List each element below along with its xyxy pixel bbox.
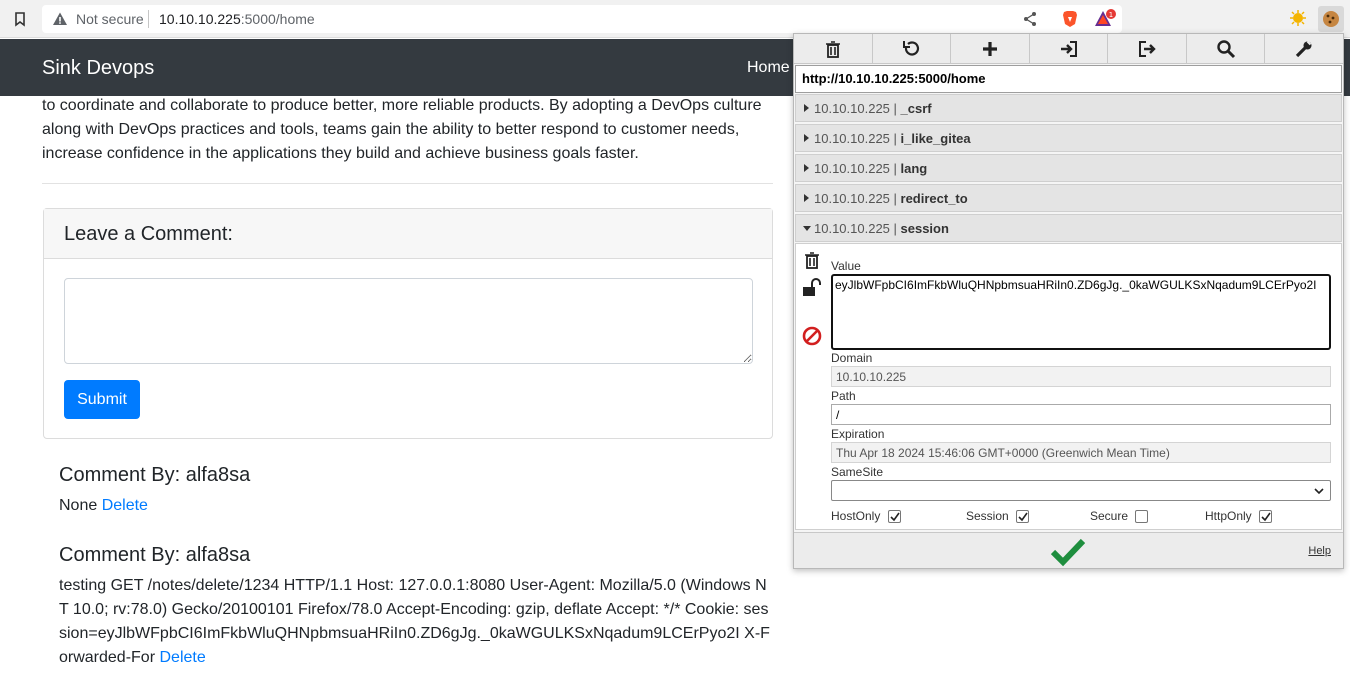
comment-body: testing GET /notes/delete/1234 HTTP/1.1 … [59, 574, 774, 670]
intro-paragraph: to coordinate and collaborate to produce… [42, 97, 762, 162]
comment-textarea[interactable] [64, 278, 753, 364]
hostonly-label: HostOnly [831, 509, 881, 523]
cookie-name: _csrf [900, 101, 932, 116]
value-label: Value [831, 259, 861, 273]
warning-icon[interactable] [52, 11, 68, 27]
cookie-editor-url: http://10.10.10.225:5000/home [795, 65, 1342, 93]
cookie-domain: 10.10.10.225 | [814, 101, 901, 116]
rewards-icon[interactable]: 1 [1094, 9, 1116, 29]
bookmark-icon[interactable] [12, 11, 28, 27]
comment-text: None [59, 497, 98, 514]
import-icon [1060, 41, 1077, 57]
samesite-label: SameSite [831, 465, 884, 479]
notification-badge: 1 [1109, 11, 1113, 19]
samesite-select[interactable] [831, 480, 1331, 501]
cookie-row-csrf[interactable]: 10.10.10.225 | _csrf [795, 94, 1342, 122]
plus-icon [982, 42, 997, 56]
cookie-domain: 10.10.10.225 | [814, 131, 901, 146]
delete-comment-link[interactable]: Delete [159, 649, 205, 666]
comment-author: Comment By: alfa8sa [59, 544, 251, 566]
cookie-row-i-like-gitea[interactable]: 10.10.10.225 | i_like_gitea [795, 124, 1342, 152]
expand-arrow-icon [804, 194, 809, 202]
not-secure-label[interactable]: Not secure [76, 11, 144, 27]
httponly-checkbox[interactable] [1259, 510, 1272, 523]
session-label: Session [966, 509, 1009, 523]
import-button[interactable] [1030, 34, 1109, 64]
httponly-label: HttpOnly [1205, 509, 1252, 523]
path-label: Path [831, 389, 856, 403]
checkmark-icon [1018, 512, 1028, 522]
cookie-domain: 10.10.10.225 | [814, 161, 901, 176]
cookie-editor-popup: http://10.10.10.225:5000/home 10.10.10.2… [793, 33, 1344, 569]
expand-arrow-icon [804, 104, 809, 112]
cookie-row-redirect-to[interactable]: 10.10.10.225 | redirect_to [795, 184, 1342, 212]
expiration-label: Expiration [831, 427, 885, 441]
undo-icon [903, 41, 920, 56]
url-path: :5000/home [240, 11, 315, 27]
delete-all-button[interactable] [794, 34, 873, 64]
export-button[interactable] [1108, 34, 1187, 64]
session-checkbox[interactable] [1016, 510, 1029, 523]
chevron-down-icon [1314, 488, 1324, 495]
save-checkmark-icon[interactable] [1051, 537, 1085, 567]
url-separator [148, 10, 149, 28]
expand-arrow-icon [804, 164, 809, 172]
block-icon[interactable] [801, 325, 823, 347]
cookie-editor-footer: Help [794, 532, 1343, 568]
domain-label: Domain [831, 351, 873, 365]
share-icon[interactable] [1022, 11, 1038, 27]
secure-checkbox[interactable] [1135, 510, 1148, 523]
cookie-detail-panel: Value eyJlbWFpbCI6ImFkbWluQHNpbmsuaHRiIn… [795, 243, 1342, 530]
collapse-arrow-icon [803, 226, 811, 231]
help-link[interactable]: Help [1308, 545, 1331, 557]
cookie-domain: 10.10.10.225 | [814, 191, 901, 206]
unlock-icon[interactable] [801, 277, 823, 299]
expand-arrow-icon [804, 134, 809, 142]
cookie-row-lang[interactable]: 10.10.10.225 | lang [795, 154, 1342, 182]
refresh-button[interactable] [873, 34, 952, 64]
wrench-icon [1296, 40, 1312, 58]
hostonly-checkbox[interactable] [888, 510, 901, 523]
secure-label: Secure [1090, 509, 1129, 523]
extension-icon[interactable] [1288, 8, 1308, 28]
export-icon [1139, 41, 1156, 57]
add-cookie-button[interactable] [951, 34, 1030, 64]
delete-cookie-icon[interactable] [801, 249, 823, 271]
cookie-value-textarea[interactable]: eyJlbWFpbCI6ImFkbWluQHNpbmsuaHRiIn0.ZD6g… [831, 274, 1331, 350]
search-icon [1216, 40, 1235, 59]
divider [42, 183, 773, 184]
url-host: 10.10.10.225 [159, 11, 241, 27]
comment-form-card: Leave a Comment: Submit [43, 208, 773, 439]
comment-form-title: Leave a Comment: [64, 223, 233, 245]
cookie-name: redirect_to [900, 191, 968, 206]
cookie-name: i_like_gitea [900, 131, 971, 146]
delete-comment-link[interactable]: Delete [102, 497, 148, 514]
card-header: Leave a Comment: [44, 209, 772, 259]
cookie-name: session [900, 221, 949, 236]
brave-shield-icon[interactable] [1060, 9, 1080, 29]
checkmark-icon [890, 512, 900, 522]
cookie-editor-extension-icon[interactable] [1318, 6, 1344, 32]
options-button[interactable] [1265, 34, 1343, 64]
comment-body: None Delete [59, 494, 774, 518]
expiration-field[interactable]: Thu Apr 18 2024 15:46:06 GMT+0000 (Green… [831, 442, 1331, 463]
cookie-row-session[interactable]: 10.10.10.225 | session [795, 214, 1342, 242]
nav-home-link[interactable]: Home [747, 59, 790, 77]
brand-link[interactable]: Sink Devops [42, 57, 154, 80]
cookie-name: lang [900, 161, 928, 176]
domain-field[interactable]: 10.10.10.225 [831, 366, 1331, 387]
cookie-editor-toolbar [794, 34, 1343, 64]
submit-button[interactable]: Submit [64, 380, 140, 419]
search-button[interactable] [1187, 34, 1266, 64]
checkmark-icon [1261, 512, 1271, 522]
url-text[interactable]: 10.10.10.225:5000/home [159, 11, 315, 27]
path-field[interactable]: / [831, 404, 1331, 425]
cookie-domain: 10.10.10.225 | [814, 221, 901, 236]
trash-icon [825, 41, 840, 58]
comment-author: Comment By: alfa8sa [59, 464, 251, 486]
address-bar[interactable]: Not secure 10.10.10.225:5000/home 1 [42, 5, 1122, 33]
